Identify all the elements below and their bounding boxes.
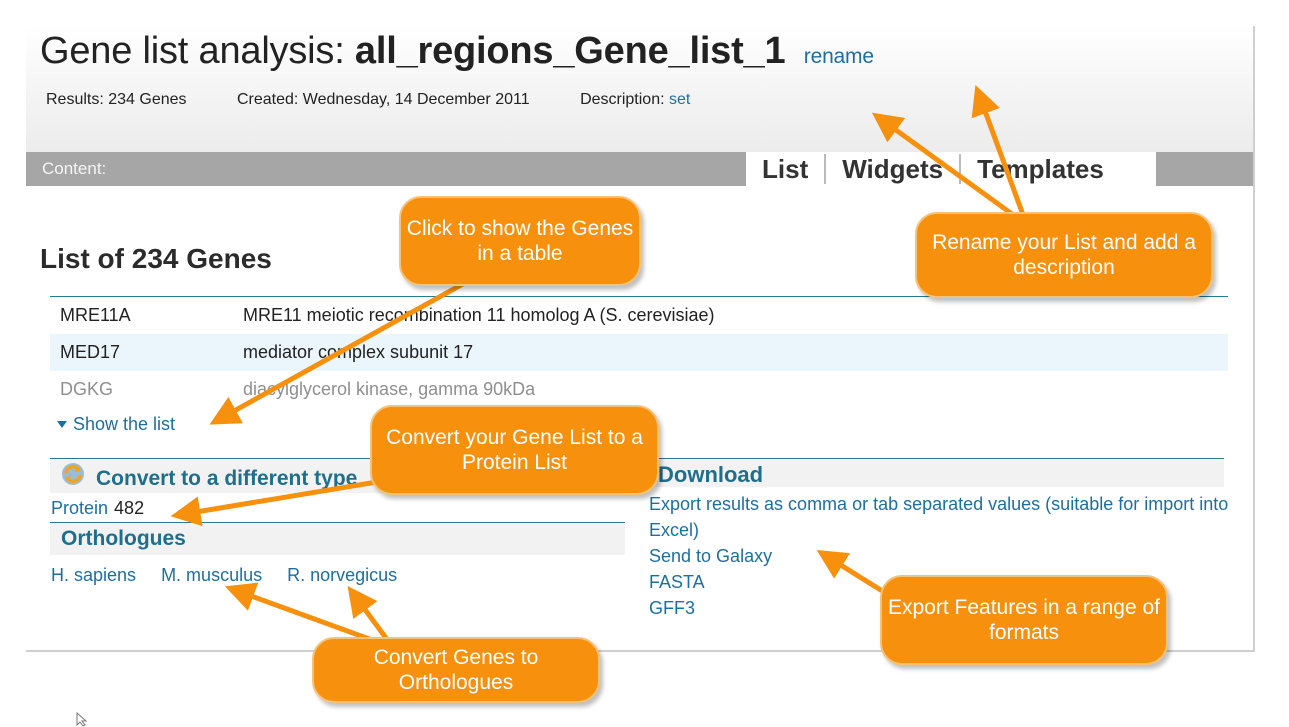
arrow-to-show-list: [209, 277, 473, 425]
callout-show-table: Click to show the Genes in a table: [399, 196, 641, 286]
mouse-cursor-icon: [76, 712, 88, 727]
arrow-to-m-musculus: [224, 582, 375, 643]
callout-orthologues: Convert Genes to Orthologues: [312, 637, 600, 703]
callout-convert-protein: Convert your Gene List to a Protein List: [370, 405, 659, 495]
arrow-to-r-norvegicus: [347, 585, 389, 641]
callout-rename: Rename your List and add a description: [915, 212, 1213, 298]
callout-export: Export Features in a range of formats: [880, 575, 1168, 665]
